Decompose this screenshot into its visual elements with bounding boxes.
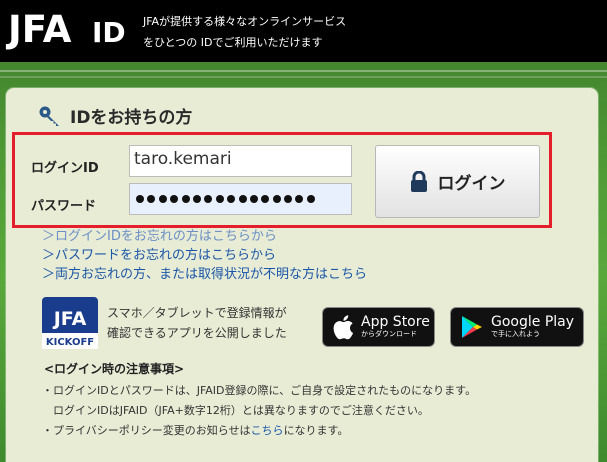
help-links: ＞ログインIDをお忘れの方はこちらから ＞パスワードをお忘れの方はこちらから ＞… xyxy=(42,227,367,284)
app-logo-top: JFA xyxy=(52,308,87,330)
logo-jfa-text: JFA xyxy=(8,8,72,51)
password-dot xyxy=(136,195,144,203)
apple-icon xyxy=(333,315,354,340)
tagline-line1: JFAが提供する様々なオンラインサービス xyxy=(143,15,347,28)
password-dot xyxy=(147,195,156,203)
tagline-line2: をひとつの IDでご利用いただけます xyxy=(143,36,323,49)
password-dot xyxy=(192,195,201,203)
password-label: パスワード xyxy=(31,199,97,214)
note-line3-prefix: ・プライバシーポリシー変更のお知らせは xyxy=(42,424,251,437)
header-bar: JFA ID JFAが提供する様々なオンラインサービス をひとつの IDでご利用… xyxy=(0,0,607,62)
note-line2: ログインIDはJFAID（JFA+数字12桁）とは異なりますのでご注意ください。 xyxy=(42,404,429,417)
password-dot xyxy=(249,195,258,203)
notes-title: <ログイン時の注意事項> xyxy=(44,362,185,376)
notes-list: ・ログインIDとパスワードは、JFAID登録の際に、ご自身で設定されたものになり… xyxy=(42,381,476,441)
app-description: スマホ／タブレットで登録情報が 確認できるアプリを公開しました xyxy=(107,303,287,343)
key-icon xyxy=(39,106,59,126)
login-id-label: ログインID xyxy=(31,161,99,176)
field-line xyxy=(0,70,607,72)
password-input[interactable] xyxy=(129,183,352,215)
google-play-sub-text: で手に入れよう xyxy=(491,330,540,338)
login-button-label: ログイン xyxy=(437,174,506,194)
field-line xyxy=(0,76,607,78)
password-dot xyxy=(295,195,304,203)
app-store-button[interactable]: App Store からダウンロード xyxy=(322,307,435,347)
password-dot xyxy=(272,195,281,203)
google-play-icon xyxy=(462,316,482,338)
password-dot xyxy=(306,195,315,203)
app-logo-bottom: KICKOFF xyxy=(46,337,94,348)
logo-id-text: ID xyxy=(92,16,126,49)
app-text-line1: スマホ／タブレットで登録情報が xyxy=(107,306,287,320)
password-dot xyxy=(227,195,236,203)
app-store-main-text: App Store xyxy=(361,314,430,330)
forgot-id-link[interactable]: ＞ログインIDをお忘れの方はこちらから xyxy=(42,227,367,246)
lock-icon xyxy=(410,170,427,192)
password-mask xyxy=(136,184,345,214)
password-dot xyxy=(181,195,190,203)
panel-heading: IDをお持ちの方 xyxy=(38,103,192,128)
login-id-input[interactable]: taro.kemari xyxy=(129,145,352,177)
password-dot xyxy=(238,195,247,203)
password-dot xyxy=(215,195,224,203)
password-dot xyxy=(170,195,179,203)
app-text-line2: 確認できるアプリを公開しました xyxy=(107,326,287,340)
panel-title: IDをお持ちの方 xyxy=(70,108,193,128)
jfa-kickoff-app-icon[interactable]: JFA KICKOFF xyxy=(42,297,98,349)
header-tagline: JFAが提供する様々なオンラインサービス をひとつの IDでご利用いただけます xyxy=(143,11,346,53)
password-dot xyxy=(158,195,167,203)
app-store-sub-text: からダウンロード xyxy=(361,330,417,338)
password-dot xyxy=(284,195,293,203)
note-line3-suffix: になります。 xyxy=(283,424,349,437)
login-button[interactable]: ログイン xyxy=(375,145,540,218)
google-play-button[interactable]: Google Play で手に入れよう xyxy=(450,307,584,347)
forgot-both-link[interactable]: ＞両方お忘れの方、または取得状況が不明な方はこちら xyxy=(42,265,367,284)
forgot-password-link[interactable]: ＞パスワードをお忘れの方はこちらから xyxy=(42,246,367,265)
password-dot xyxy=(261,195,270,203)
note-line3: ・プライバシーポリシー変更のお知らせはこちらになります。 xyxy=(42,421,476,441)
google-play-main-text: Google Play xyxy=(491,314,575,330)
password-dot xyxy=(204,195,213,203)
note-line1: ・ログインIDとパスワードは、JFAID登録の際に、ご自身で設定されたものになり… xyxy=(42,384,477,397)
privacy-notice-link[interactable]: こちら xyxy=(251,424,284,437)
